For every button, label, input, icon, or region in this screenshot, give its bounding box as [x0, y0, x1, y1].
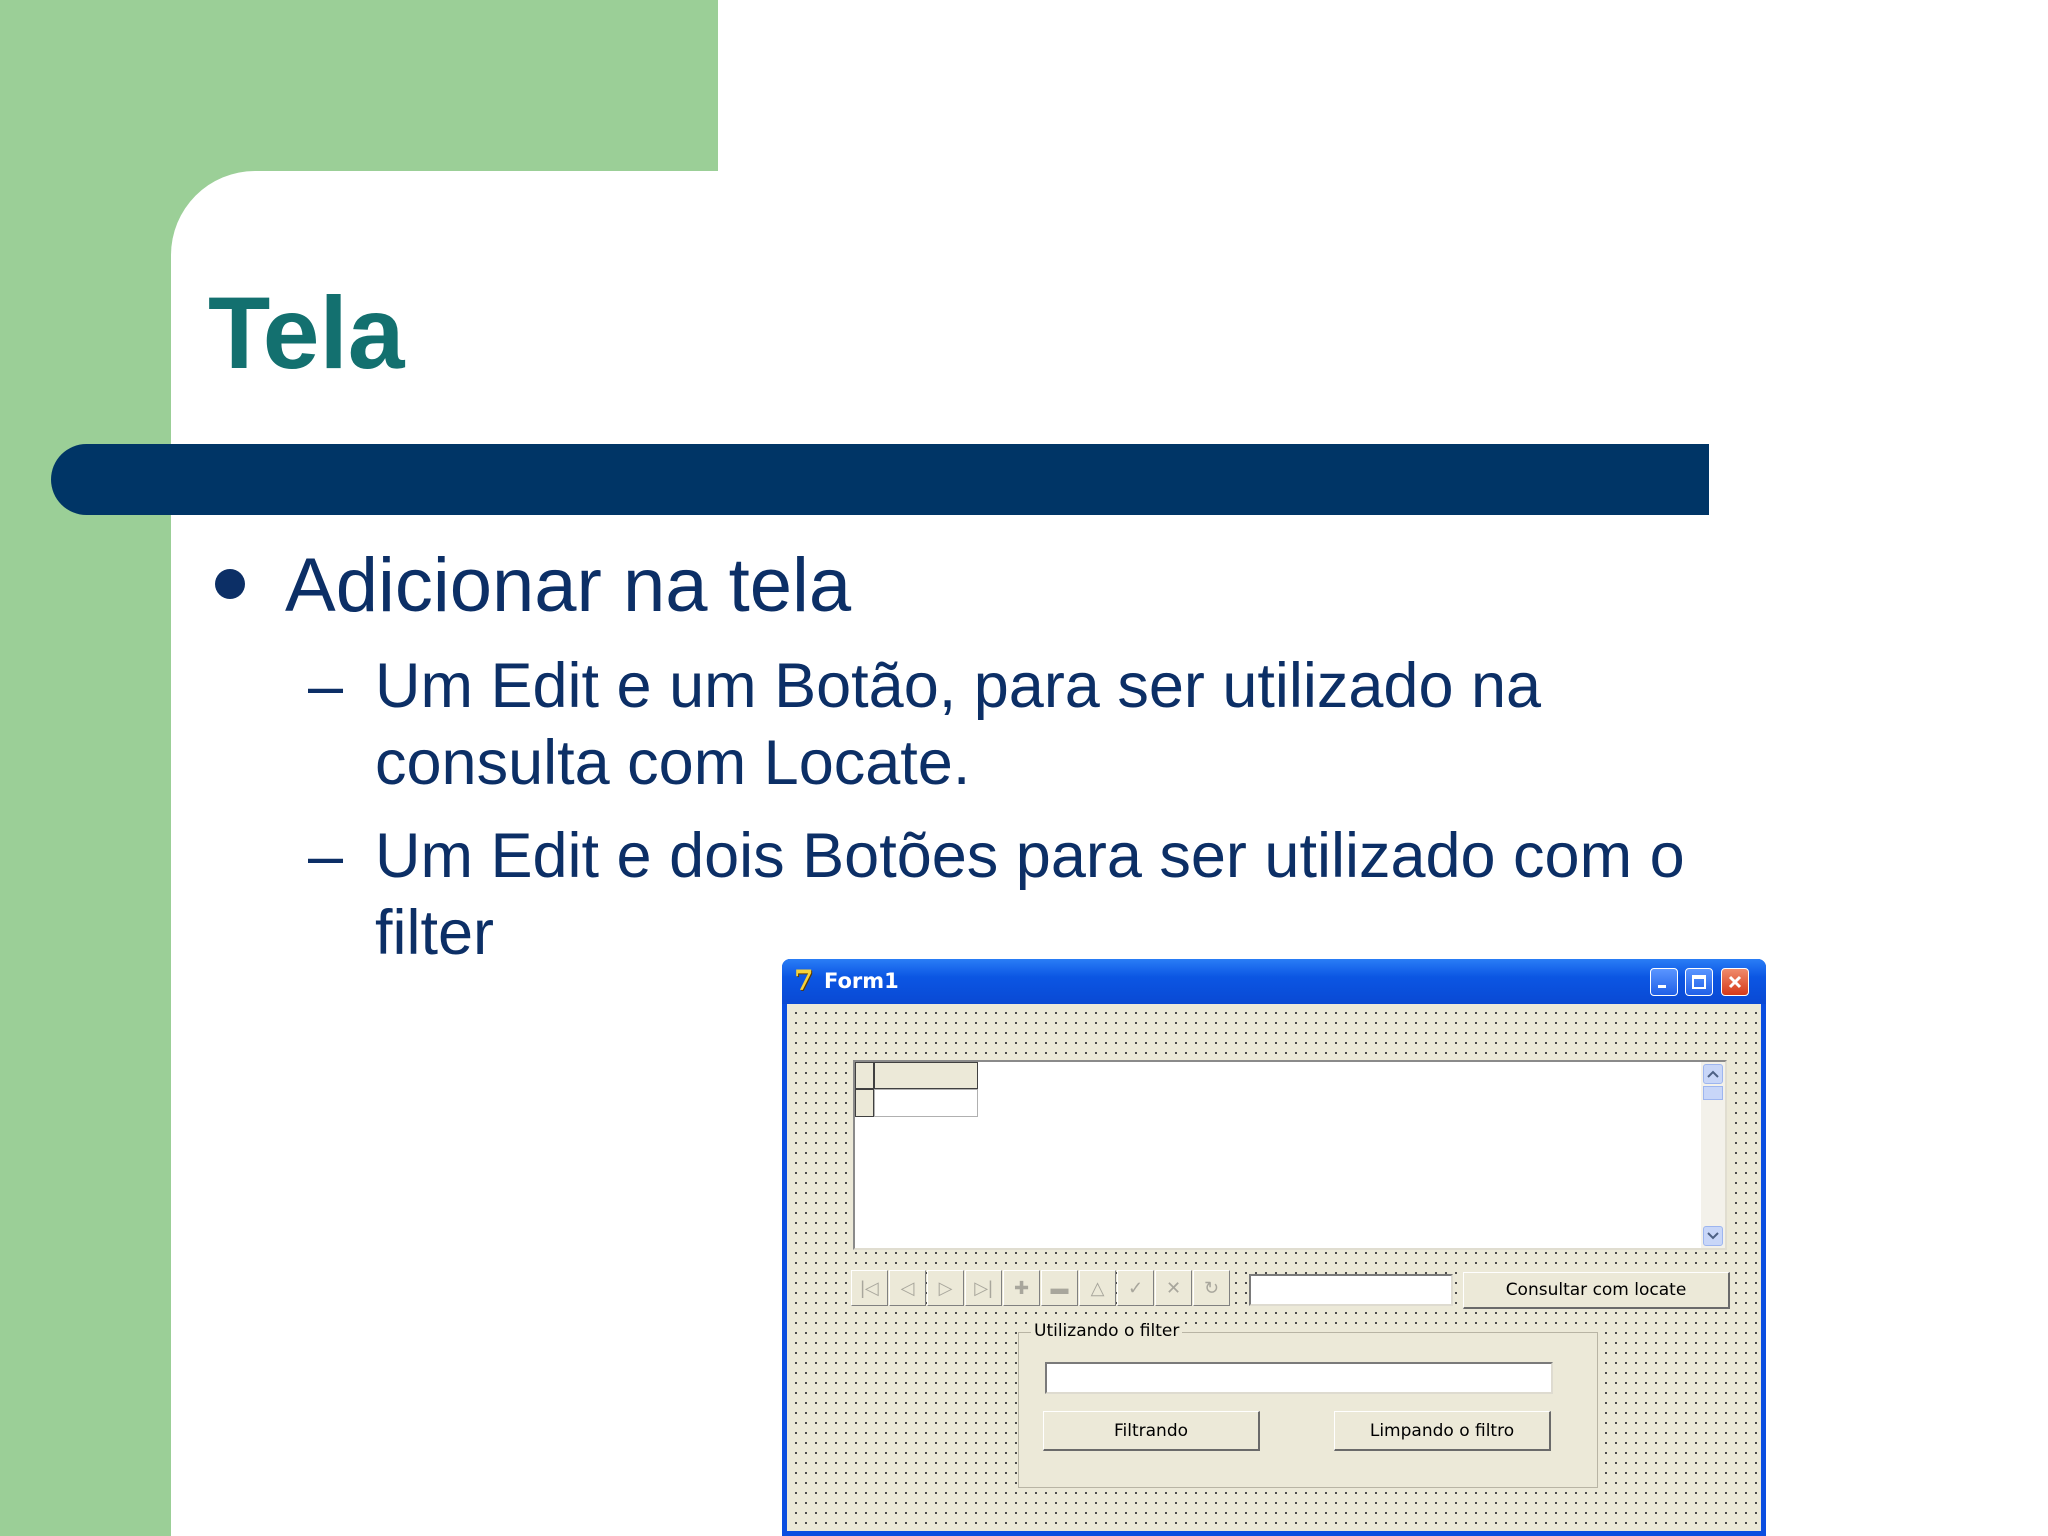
cancel-icon: ✕: [1165, 1278, 1182, 1298]
scroll-down-button[interactable]: [1703, 1226, 1723, 1246]
db-grid[interactable]: [853, 1060, 1727, 1250]
sub-bullet-line: Um Edit e dois Botões para ser utilizado…: [375, 821, 1685, 891]
form-client-area: |◁ ◁ ▷ ▷| ✚ ▬ △ ✓ ✕ ↻ Consultar com loca…: [787, 1004, 1761, 1531]
filter-button[interactable]: Filtrando: [1043, 1411, 1260, 1451]
close-icon: [1728, 975, 1742, 989]
groupbox-caption: Utilizando o filter: [1031, 1321, 1183, 1341]
white-top-area: [718, 0, 2048, 171]
dash-icon: –: [308, 651, 344, 721]
grid-row-indicator: [855, 1089, 874, 1117]
window-titlebar[interactable]: 7 Form1: [782, 959, 1766, 1004]
sub-bullet-line: filter: [375, 898, 495, 968]
refresh-icon: ↻: [1203, 1278, 1220, 1298]
nav-prior-button[interactable]: ◁: [889, 1270, 926, 1306]
sub-bullet-line: Um Edit e um Botão, para ser utilizado n…: [375, 651, 1542, 721]
delete-icon: ▬: [1050, 1278, 1069, 1298]
nav-edit-button[interactable]: △: [1079, 1270, 1116, 1306]
chevron-down-icon: [1707, 1232, 1719, 1240]
nav-last-button[interactable]: ▷|: [965, 1270, 1002, 1306]
prior-icon: ◁: [900, 1278, 915, 1298]
minimize-icon: [1658, 985, 1666, 988]
sub-bullet-text: Um Edit e dois Botões para ser utilizado…: [375, 818, 1685, 972]
sub-bullet-line: consulta com Locate.: [375, 728, 971, 798]
insert-icon: ✚: [1013, 1278, 1030, 1298]
chevron-up-icon: [1707, 1070, 1719, 1078]
slide-title: Tela: [208, 276, 405, 390]
grid-cell[interactable]: [874, 1089, 978, 1117]
nav-refresh-button[interactable]: ↻: [1193, 1270, 1230, 1306]
grid-indicator-header: [855, 1062, 874, 1089]
nav-insert-button[interactable]: ✚: [1003, 1270, 1040, 1306]
nav-cancel-button[interactable]: ✕: [1155, 1270, 1192, 1306]
edit-icon: △: [1090, 1278, 1105, 1298]
first-icon: |◁: [860, 1278, 879, 1298]
nav-next-button[interactable]: ▷: [927, 1270, 964, 1306]
scroll-up-button[interactable]: [1703, 1064, 1723, 1084]
nav-delete-button[interactable]: ▬: [1041, 1270, 1078, 1306]
last-icon: ▷|: [974, 1278, 993, 1298]
scroll-thumb[interactable]: [1703, 1086, 1723, 1100]
window-title: Form1: [824, 969, 899, 993]
clear-filter-button[interactable]: Limpando o filtro: [1334, 1411, 1551, 1451]
minimize-button[interactable]: [1650, 968, 1678, 996]
post-icon: ✓: [1127, 1278, 1144, 1298]
delphi-icon: 7: [794, 964, 814, 997]
grid-column-header[interactable]: [874, 1062, 978, 1089]
title-underline-bar: [51, 444, 1709, 515]
grid-vertical-scrollbar[interactable]: [1701, 1062, 1725, 1248]
bullet-text: Adicionar na tela: [285, 543, 852, 628]
db-navigator: |◁ ◁ ▷ ▷| ✚ ▬ △ ✓ ✕ ↻: [851, 1270, 1231, 1306]
sub-bullet-text: Um Edit e um Botão, para ser utilizado n…: [375, 648, 1541, 802]
form-window: 7 Form1 |◁ ◁ ▷ ▷| ✚ ▬ △ ✓ ✕ ↻ Consultar …: [782, 959, 1766, 1536]
dash-icon: –: [308, 821, 344, 891]
bullet-dot-icon: [215, 569, 245, 599]
nav-post-button[interactable]: ✓: [1117, 1270, 1154, 1306]
locate-button[interactable]: Consultar com locate: [1463, 1272, 1730, 1309]
next-icon: ▷: [938, 1278, 953, 1298]
nav-first-button[interactable]: |◁: [851, 1270, 888, 1306]
maximize-icon: [1692, 975, 1706, 989]
locate-edit[interactable]: [1249, 1274, 1453, 1306]
maximize-button[interactable]: [1685, 968, 1713, 996]
filter-edit[interactable]: [1045, 1362, 1553, 1394]
filter-groupbox: Utilizando o filter Filtrando Limpando o…: [1018, 1321, 1598, 1488]
close-button[interactable]: [1721, 968, 1749, 996]
